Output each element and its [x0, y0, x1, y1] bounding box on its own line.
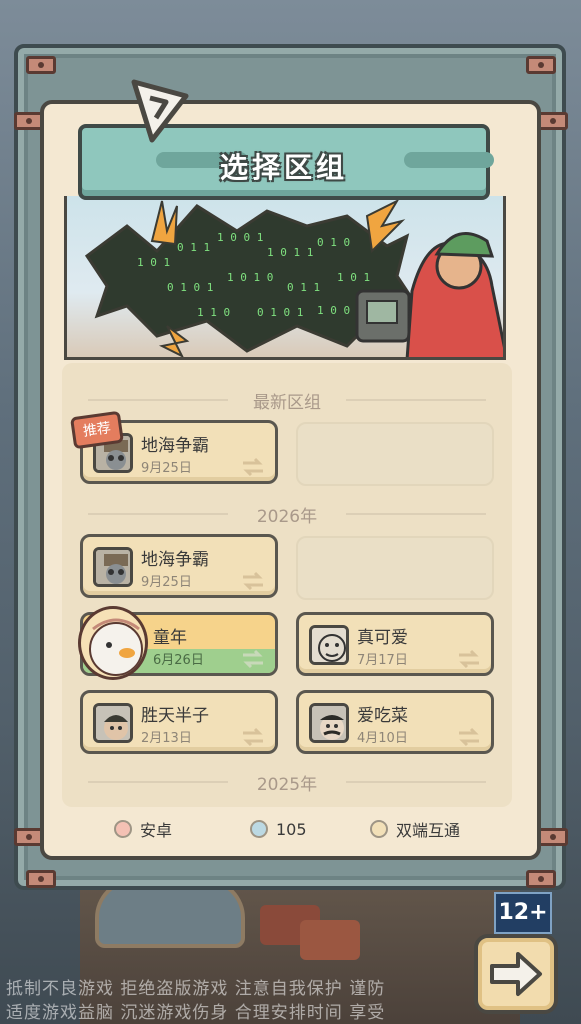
swap-arrows-icon	[459, 649, 479, 669]
legend-crossplay: 双端互通	[370, 816, 460, 842]
arrow-right-icon	[490, 952, 542, 996]
svg-text:0 1 0 1: 0 1 0 1	[167, 281, 213, 294]
swap-arrows-icon	[243, 571, 263, 591]
matrix-scene-icon: 1 0 1 0 1 1 1 0 0 1 1 0 1 1 0 1 0 0 1 0 1 1 …	[84, 198, 503, 357]
server-card[interactable]: 真可爱 7月17日	[296, 612, 494, 676]
mustache-avatar	[309, 703, 349, 743]
server-date: 9月25日	[141, 575, 192, 590]
banner-illustration: 1 0 1 0 1 1 1 0 0 1 1 0 1 1 0 1 0 0 1 0 1 1 …	[64, 196, 506, 360]
gasmask-avatar	[93, 547, 133, 587]
svg-text:0 1 1: 0 1 1	[287, 281, 320, 294]
rivet-icon	[538, 828, 568, 846]
server-date: 4月10日	[357, 731, 408, 746]
health-notice-line: 抵制不良游戏 拒绝盗版游戏 注意自我保护 谨防	[6, 979, 386, 999]
svg-text:1 0 1: 1 0 1	[337, 271, 370, 284]
svg-text:1 0 0: 1 0 0	[317, 304, 350, 317]
swap-arrows-icon	[459, 727, 479, 747]
section-title-2026: 2026年	[62, 502, 512, 527]
svg-text:1 0 1 0: 1 0 1 0	[227, 271, 273, 284]
svg-text:1 0 1: 1 0 1	[137, 256, 170, 269]
svg-text:0 1 0 1: 0 1 0 1	[257, 306, 303, 319]
android-dot-icon	[114, 820, 132, 838]
legend-label: 105	[276, 819, 307, 839]
rivet-icon	[26, 870, 56, 888]
background-crate	[300, 920, 360, 960]
server-name: 爱吃菜	[357, 706, 408, 726]
age-rating-badge: 12+	[494, 892, 552, 934]
server-name: 真可爱	[357, 628, 408, 648]
rivet-icon	[538, 112, 568, 130]
goose-avatar	[78, 606, 148, 680]
platform-legend: 安卓 105 双端互通	[110, 816, 490, 842]
server-card[interactable]: 地海争霸 9月25日	[80, 534, 278, 598]
legend-android: 安卓	[114, 816, 172, 842]
svg-text:0 1 0: 0 1 0	[317, 236, 350, 249]
server-name: 地海争霸	[141, 436, 209, 456]
section-title-latest: 最新区组	[62, 388, 512, 413]
server-date: 9月25日	[141, 461, 192, 476]
section-title-2025: 2025年	[62, 770, 512, 795]
server-date: 7月17日	[357, 653, 408, 668]
server-name: 胜天半子	[141, 706, 209, 726]
svg-text:1 1 0: 1 1 0	[197, 306, 230, 319]
server-card[interactable]: 爱吃菜 4月10日	[296, 690, 494, 754]
legend-label: 双端互通	[396, 821, 461, 840]
empty-server-slot	[296, 536, 494, 600]
legend-count: 105	[250, 816, 307, 842]
health-notice-line: 适度游戏益脑 沉迷游戏伤身 合理安排时间 享受	[6, 1003, 386, 1023]
rivet-icon	[26, 56, 56, 74]
server-name: 地海争霸	[141, 550, 209, 570]
rivet-icon	[526, 870, 556, 888]
triangle-logo-icon	[131, 79, 189, 143]
swap-arrows-icon	[243, 727, 263, 747]
empty-server-slot	[296, 422, 494, 486]
server-name: 童年	[153, 628, 187, 648]
next-button[interactable]	[474, 934, 558, 1014]
svg-text:1 0 0 1: 1 0 0 1	[217, 231, 263, 244]
rivet-icon	[526, 56, 556, 74]
svg-text:1 0 1 1: 1 0 1 1	[267, 246, 313, 259]
server-date: 6月26日	[153, 653, 204, 668]
svg-text:0 1 1: 0 1 1	[177, 241, 210, 254]
server-date: 2月13日	[141, 731, 192, 746]
server-card[interactable]: 胜天半子 2月13日	[80, 690, 278, 754]
ios-dot-icon	[250, 820, 268, 838]
swap-arrows-icon	[243, 649, 263, 669]
doodle-face-avatar	[309, 625, 349, 665]
crossplay-dot-icon	[370, 820, 388, 838]
legend-label: 安卓	[140, 821, 173, 840]
page-title: 选择区组	[219, 151, 348, 184]
man-avatar	[93, 703, 133, 743]
swap-arrows-icon	[243, 457, 263, 477]
